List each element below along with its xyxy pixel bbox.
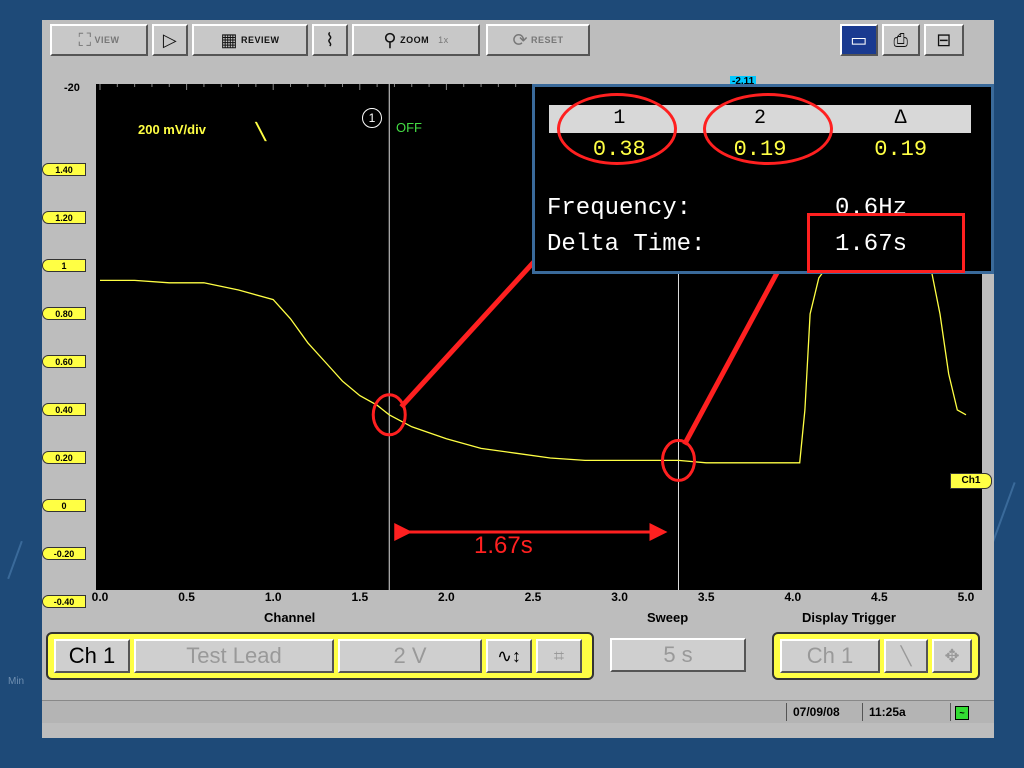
trigger-slope-icon: ╲ [256,124,266,141]
waveform-scale-icon: ∿↕ [496,645,522,666]
channel-select-button[interactable]: Ch 1 [54,639,130,673]
x-axis-label: 3.0 [611,590,628,604]
trigger-channel-button[interactable]: Ch 1 [780,639,880,673]
x-axis-label: 2.0 [438,590,455,604]
status-date: 07/09/08 [786,703,846,721]
channel-section-label: Channel [264,610,316,625]
delta-time-label: Delta Time: [547,231,706,258]
coupling-button[interactable]: ∿↕ [486,639,532,673]
sweep-section-label: Sweep [647,610,689,625]
background-text-fragment: Min [8,676,25,687]
display-trigger-section-label: Display Trigger [802,610,896,625]
y-axis-label: 0.60 [42,355,86,368]
play-button[interactable]: ▷ [152,24,188,56]
move-icon: ✥ [944,645,960,666]
value-highlight-2 [703,93,833,165]
measurement-readout: 1 2 Δ 0.38 0.19 0.19 Frequency: 0.6Hz De… [532,84,994,274]
delta-time-highlight [807,213,965,273]
delta-value: 0.19 [874,137,928,162]
reset-icon: ⟳ [512,30,529,50]
x-axis-label: 3.5 [697,590,715,604]
cursor-off-label: OFF [396,120,422,135]
graph-plus-icon: ⌇ [325,30,335,50]
scope-window: ⛶ VIEW ▷ ▦ REVIEW ⌇ ⚲ ZOOM 1x ⟳ RESET ▭ ⎙ ⊟ … [42,20,994,738]
waveform-trace [100,260,967,464]
upper-limit-label: -20 [64,82,80,94]
y-axis-label: 0.80 [42,307,86,320]
x-axis-label: 4.0 [784,590,802,604]
add-cursor-button[interactable]: ⌇ [312,24,348,56]
view-icon: ⛶ [78,30,92,50]
ch1-level-marker[interactable]: Ch1 [950,473,992,489]
x-axis-label: 1.5 [351,590,369,604]
probe-icon: ⌗ [553,645,565,666]
magnifier-icon: ⚲ [383,30,398,50]
value-highlight-1 [557,93,677,165]
x-axis-label: 5.0 [957,590,975,604]
status-time: 11:25a [862,703,912,721]
scale-label: 200 mV/div [138,122,206,137]
x-axis-label: 1.0 [264,590,282,604]
y-axis-label: 0 [42,499,86,512]
trigger-slope-button[interactable]: ╲ [884,639,928,673]
x-axis-label: 0.5 [178,590,195,604]
film-icon: ▦ [220,30,238,50]
power-status-icon: ~ [950,703,973,721]
print-button[interactable]: ⎙ [882,24,920,56]
test-lead-button[interactable]: Test Lead [134,639,334,673]
x-axis-label: 2.5 [524,590,542,604]
channel-controls: Ch 1 Test Lead 2 V ∿↕ ⌗ [46,632,594,680]
y-axis-label: 1.40 [42,163,86,176]
delta-header: Δ [894,107,907,130]
status-bar: 07/09/08 11:25a ~ [42,700,994,723]
cursor1-marker[interactable]: 1 [362,108,382,128]
span-annotation-label: 1.67s [474,532,533,559]
view-button: ⛶ VIEW [50,24,148,56]
y-axis-label: 0.20 [42,451,86,464]
probe-settings-button[interactable]: ⌗ [536,639,582,673]
sweep-button[interactable]: 5 s [610,638,746,672]
y-axis-label: 0.40 [42,403,86,416]
y-axis-label: 1.20 [42,211,86,224]
folder-icon: ▭ [850,30,868,50]
x-axis-label: 4.5 [871,590,888,604]
reset-button: ⟳ RESET [486,24,590,56]
review-button[interactable]: ▦ REVIEW [192,24,308,56]
toolbox-button[interactable]: ⊟ [924,24,964,56]
x-axis-label: 0.0 [91,590,109,604]
falling-slope-icon: ╲ [900,645,912,666]
y-axis-label: 1 [42,259,86,272]
play-icon: ▷ [162,30,178,50]
printer-icon: ⎙ [893,30,909,50]
frequency-label: Frequency: [547,195,692,222]
trigger-position-button[interactable]: ✥ [932,639,972,673]
zoom-button[interactable]: ⚲ ZOOM 1x [352,24,480,56]
open-folder-button[interactable]: ▭ [840,24,878,56]
trigger-controls: Ch 1 ╲ ✥ [772,632,980,680]
volts-div-button[interactable]: 2 V [338,639,482,673]
y-axis-label: -0.20 [42,547,86,560]
toolbox-icon: ⊟ [936,30,952,50]
